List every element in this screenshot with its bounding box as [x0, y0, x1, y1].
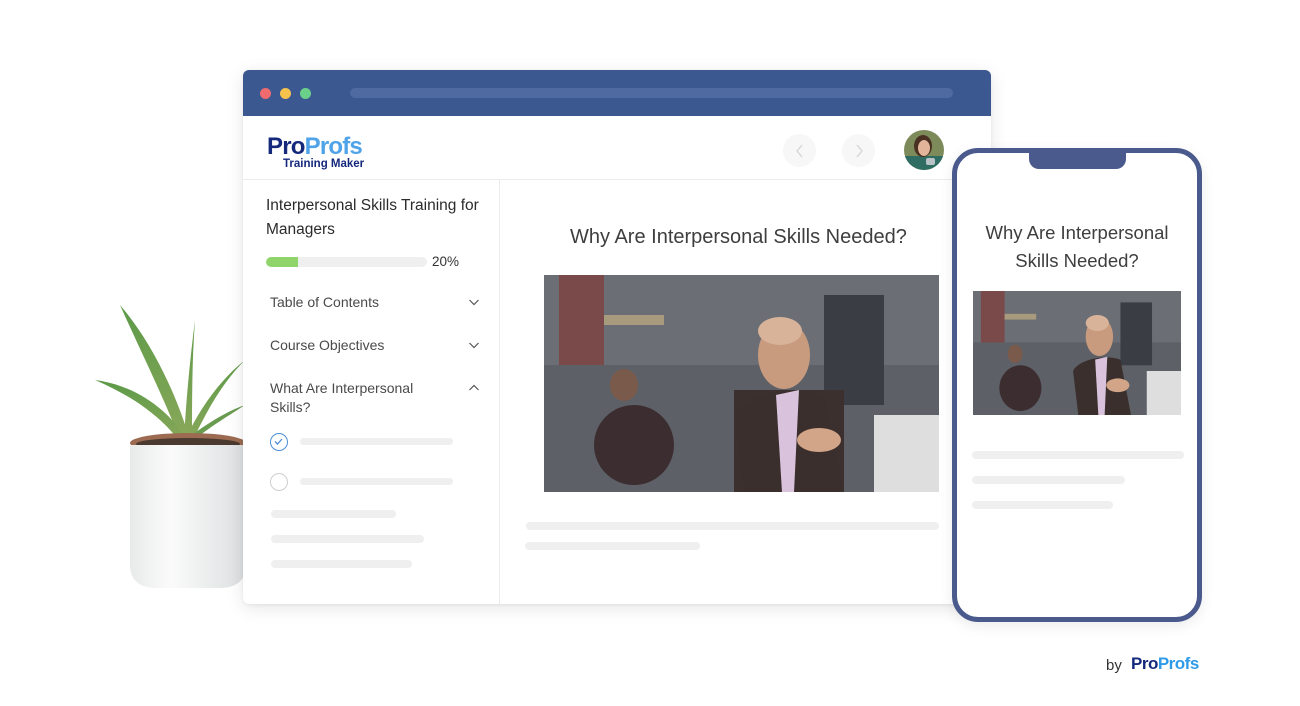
address-bar[interactable]	[350, 88, 953, 98]
lesson-image	[544, 275, 939, 492]
footer-logo-pro: Pro	[1131, 654, 1158, 673]
mobile-preview: Why Are Interpersonal Skills Needed?	[952, 148, 1202, 622]
previous-button[interactable]	[783, 134, 816, 167]
lesson-item-not-started[interactable]	[270, 473, 460, 493]
phone-notch	[1029, 151, 1126, 169]
text-placeholder	[271, 560, 412, 568]
progress-percent: 20%	[432, 254, 460, 269]
empty-circle-icon	[270, 473, 288, 491]
text-placeholder	[525, 542, 700, 550]
course-sidebar: Interpersonal Skills Training for Manage…	[243, 180, 500, 604]
user-avatar[interactable]	[904, 130, 944, 170]
window-minimize-button[interactable]	[280, 87, 291, 99]
toc-item-label: Table of Contents	[270, 294, 379, 310]
text-placeholder	[271, 535, 424, 543]
logo-text-pro: Pro	[267, 133, 305, 160]
chevron-right-icon	[855, 144, 863, 157]
footer-logo-profs: Profs	[1157, 654, 1199, 673]
browser-titlebar	[243, 70, 991, 116]
window-close-button[interactable]	[260, 87, 271, 99]
window-maximize-button[interactable]	[300, 87, 311, 99]
lesson-content: Why Are Interpersonal Skills Needed?	[500, 180, 991, 604]
course-progress-bar	[266, 257, 427, 267]
lesson-title-placeholder	[300, 478, 453, 485]
proprofs-logo[interactable]: ProProfs Training Maker	[267, 133, 365, 171]
speaker-photo	[973, 291, 1181, 415]
toc-item-what-are-interpersonal-skills[interactable]: What Are Interpersonal Skills?	[270, 379, 480, 417]
check-circle-icon	[270, 433, 288, 451]
app-header: ProProfs Training Maker	[243, 116, 991, 180]
logo-text-profs: Profs	[304, 133, 363, 160]
mobile-lesson-title: Why Are Interpersonal Skills Needed?	[985, 222, 1169, 271]
chevron-up-icon	[469, 384, 479, 391]
lesson-item-completed[interactable]	[270, 433, 460, 453]
next-button[interactable]	[842, 134, 875, 167]
chevron-down-icon	[469, 342, 479, 349]
course-title: Interpersonal Skills Training for Manage…	[266, 197, 479, 238]
toc-item-label: What Are Interpersonal Skills?	[270, 380, 414, 415]
chevron-down-icon	[469, 299, 479, 306]
lesson-title-placeholder	[300, 438, 453, 445]
avatar-icon	[904, 130, 944, 170]
footer-proprofs-logo[interactable]: ProProfs	[1131, 654, 1199, 674]
plant-illustration	[95, 305, 246, 588]
lesson-title: Why Are Interpersonal Skills Needed?	[570, 226, 907, 248]
speaker-photo	[544, 275, 939, 492]
text-placeholder	[972, 476, 1125, 484]
chevron-left-icon	[795, 144, 803, 157]
text-placeholder	[972, 451, 1184, 459]
logo-subtitle: Training Maker	[283, 158, 365, 170]
footer-by-text: by	[1106, 657, 1122, 674]
text-placeholder	[526, 522, 939, 530]
browser-window: ProProfs Training Maker Interpersonal Sk…	[243, 70, 991, 604]
decorative-plant	[80, 290, 255, 600]
toc-item-table-of-contents[interactable]: Table of Contents	[270, 293, 480, 312]
toc-item-label: Course Objectives	[270, 337, 385, 353]
mobile-lesson-image	[973, 291, 1181, 415]
text-placeholder	[972, 501, 1113, 509]
toc-item-course-objectives[interactable]: Course Objectives	[270, 336, 480, 355]
progress-fill	[266, 257, 299, 267]
text-placeholder	[271, 510, 396, 518]
